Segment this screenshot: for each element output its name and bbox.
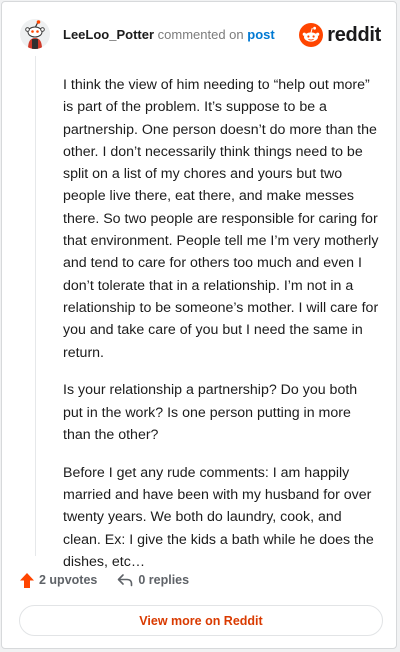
reply-count: 0 replies xyxy=(138,573,190,587)
snoo-avatar-icon xyxy=(20,19,50,49)
reddit-snoo-icon xyxy=(299,23,324,47)
username-link[interactable]: LeeLoo_Potter xyxy=(63,27,154,42)
upvote-button[interactable]: 2 upvotes xyxy=(20,572,98,588)
comment-embed-card: LeeLoo_Potter commented on post reddit I… xyxy=(1,1,397,649)
comment-paragraph: I think the view of him needing to “help… xyxy=(63,77,379,361)
thread-line xyxy=(35,56,36,556)
view-more-button[interactable]: View more on Reddit xyxy=(19,605,383,636)
replies-button[interactable]: 0 replies xyxy=(117,573,189,587)
reddit-wordmark: reddit xyxy=(327,23,381,46)
upvote-count: 2 upvotes xyxy=(39,573,98,587)
reddit-logo[interactable]: reddit xyxy=(299,22,381,48)
comment-header: LeeLoo_Potter commented on post reddit xyxy=(2,2,396,66)
comment-meta: LeeLoo_Potter commented on post xyxy=(63,27,275,42)
upvote-arrow-icon xyxy=(20,572,34,588)
comment-paragraph: Before I get any rude comments: I am hap… xyxy=(63,464,374,570)
comment-body: I think the view of him needing to “help… xyxy=(63,74,379,589)
post-link[interactable]: post xyxy=(247,27,274,42)
commented-on-text: commented on xyxy=(157,27,244,42)
reply-arrow-icon xyxy=(118,574,133,587)
comment-paragraph: Is your relationship a partnership? Do y… xyxy=(63,382,358,443)
user-avatar[interactable] xyxy=(20,19,50,49)
comment-actions: 2 upvotes 0 replies xyxy=(20,570,189,590)
